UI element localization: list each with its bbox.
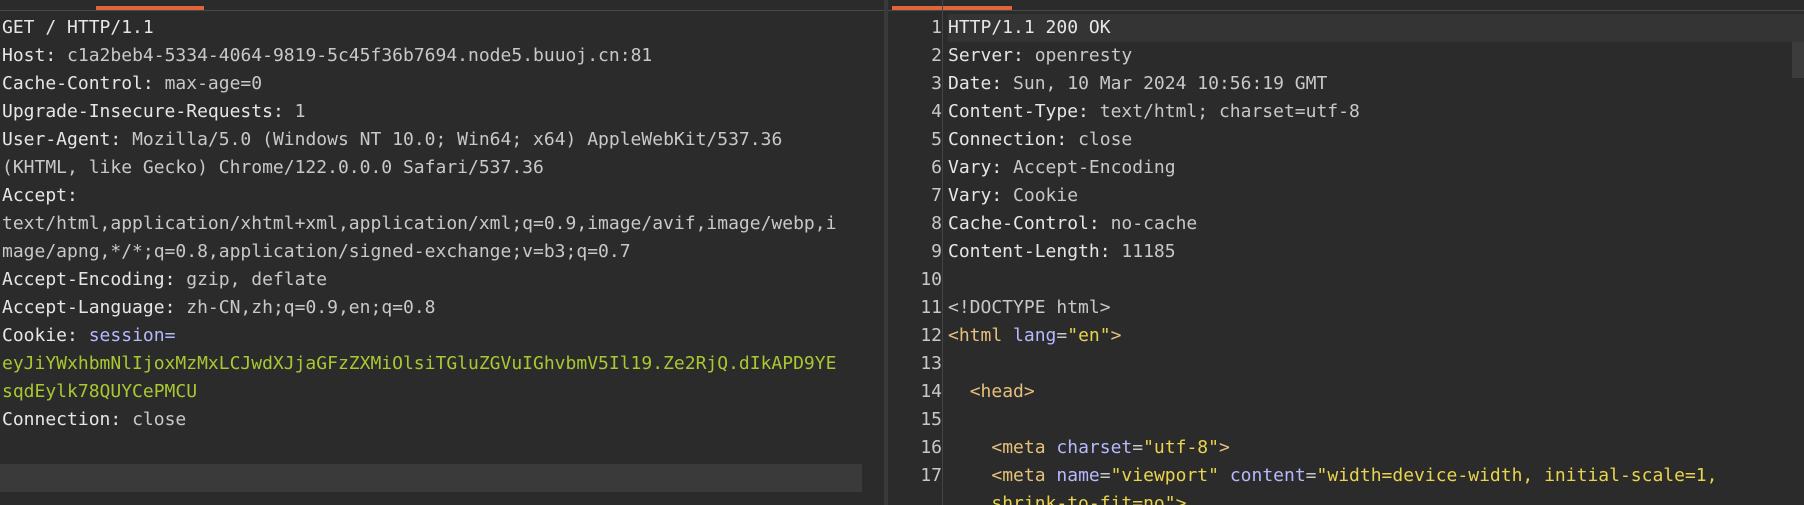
request-header-accept-value: text/html,application/xhtml+xml,applicat… bbox=[2, 213, 837, 234]
request-pane[interactable]: GET / HTTP/1.1 Host: c1a2beb4-5334-4064-… bbox=[0, 0, 886, 505]
response-blank-line bbox=[948, 266, 1804, 294]
response-header-connection: Connection: close bbox=[948, 129, 1133, 150]
line-number: 7 bbox=[931, 185, 942, 206]
line-number: 14 bbox=[920, 381, 942, 402]
response-head-tag: <head> bbox=[969, 381, 1035, 402]
response-meta-viewport-cont: shrink-to-fit=no"> bbox=[991, 493, 1187, 505]
response-doctype: <!DOCTYPE html> bbox=[948, 297, 1111, 318]
request-cookie-value: eyJiYWxhbmNlIjoxMzMxLCJwdXJjaGFzZXMiOlsi… bbox=[2, 353, 837, 374]
request-header-accept: Accept: bbox=[2, 185, 78, 206]
response-blank-line bbox=[948, 350, 1804, 378]
request-header-accept-language: Accept-Language: zh-CN,zh;q=0.9,en;q=0.8 bbox=[2, 297, 436, 318]
line-number: 13 bbox=[920, 353, 942, 374]
request-tab-line bbox=[0, 10, 886, 11]
response-header-content-length: Content-Length: 11185 bbox=[948, 241, 1176, 262]
line-number: 1 bbox=[931, 17, 942, 38]
response-meta-charset: <meta charset="utf-8"> bbox=[991, 437, 1230, 458]
line-number-gutter: 1 2 3 4 5 6 7 8 9 10 11 12 13 14 15 16 1… bbox=[888, 14, 942, 490]
request-header-cache-control: Cache-Control: max-age=0 bbox=[2, 73, 263, 94]
request-header-user-agent: User-Agent: Mozilla/5.0 (Windows NT 10.0… bbox=[2, 129, 783, 150]
line-number: 16 bbox=[920, 437, 942, 458]
request-header-accept-value-cont: mage/apng,*/*;q=0.8,application/signed-e… bbox=[2, 241, 631, 262]
request-header-cookie: Cookie: session= bbox=[2, 325, 176, 346]
request-header-upgrade-insecure: Upgrade-Insecure-Requests: 1 bbox=[2, 101, 306, 122]
line-number: 11 bbox=[920, 297, 942, 318]
request-line: GET / HTTP/1.1 bbox=[2, 17, 154, 38]
line-number: 4 bbox=[931, 101, 942, 122]
response-header-date: Date: Sun, 10 Mar 2024 10:56:19 GMT bbox=[948, 73, 1328, 94]
response-status-line: HTTP/1.1 200 OK bbox=[948, 14, 1804, 42]
line-number: 9 bbox=[931, 241, 942, 262]
line-number: 17 bbox=[920, 465, 942, 486]
line-number: 8 bbox=[931, 213, 942, 234]
response-tab-line bbox=[888, 10, 1804, 11]
line-number: 2 bbox=[931, 45, 942, 66]
response-header-content-type: Content-Type: text/html; charset=utf-8 bbox=[948, 101, 1360, 122]
request-cookie-value-cont: sqdEylk78QUYCePMCU bbox=[2, 381, 198, 402]
request-header-accept-encoding: Accept-Encoding: gzip, deflate bbox=[2, 269, 328, 290]
line-number: 12 bbox=[920, 325, 942, 346]
line-number: 5 bbox=[931, 129, 942, 150]
response-header-vary: Vary: Accept-Encoding bbox=[948, 157, 1176, 178]
response-header-server: Server: openresty bbox=[948, 45, 1133, 66]
request-header-host: Host: c1a2beb4-5334-4064-9819-5c45f36b76… bbox=[2, 45, 653, 66]
request-cursor-line[interactable] bbox=[0, 464, 862, 492]
response-tab-indicator bbox=[892, 6, 1012, 10]
response-html-tag: <html lang="en"> bbox=[948, 325, 1122, 346]
gutter-divider bbox=[942, 0, 943, 505]
line-number: 3 bbox=[931, 73, 942, 94]
request-editor[interactable]: GET / HTTP/1.1 Host: c1a2beb4-5334-4064-… bbox=[2, 14, 886, 434]
line-number: 15 bbox=[920, 409, 942, 430]
response-header-vary: Vary: Cookie bbox=[948, 185, 1079, 206]
response-pane[interactable]: 1 2 3 4 5 6 7 8 9 10 11 12 13 14 15 16 1… bbox=[888, 0, 1804, 505]
response-code: HTTP/1.1 200 OK Server: openresty Date: … bbox=[948, 14, 1804, 505]
line-number: 6 bbox=[931, 157, 942, 178]
request-header-connection: Connection: close bbox=[2, 409, 187, 430]
response-meta-viewport: <meta name="viewport" content="width=dev… bbox=[991, 465, 1718, 486]
response-header-cache-control: Cache-Control: no-cache bbox=[948, 213, 1198, 234]
line-number: 10 bbox=[920, 269, 942, 290]
request-header-user-agent-cont: (KHTML, like Gecko) Chrome/122.0.0.0 Saf… bbox=[2, 157, 544, 178]
request-tab-indicator bbox=[96, 6, 204, 10]
response-blank-line bbox=[948, 406, 1804, 434]
